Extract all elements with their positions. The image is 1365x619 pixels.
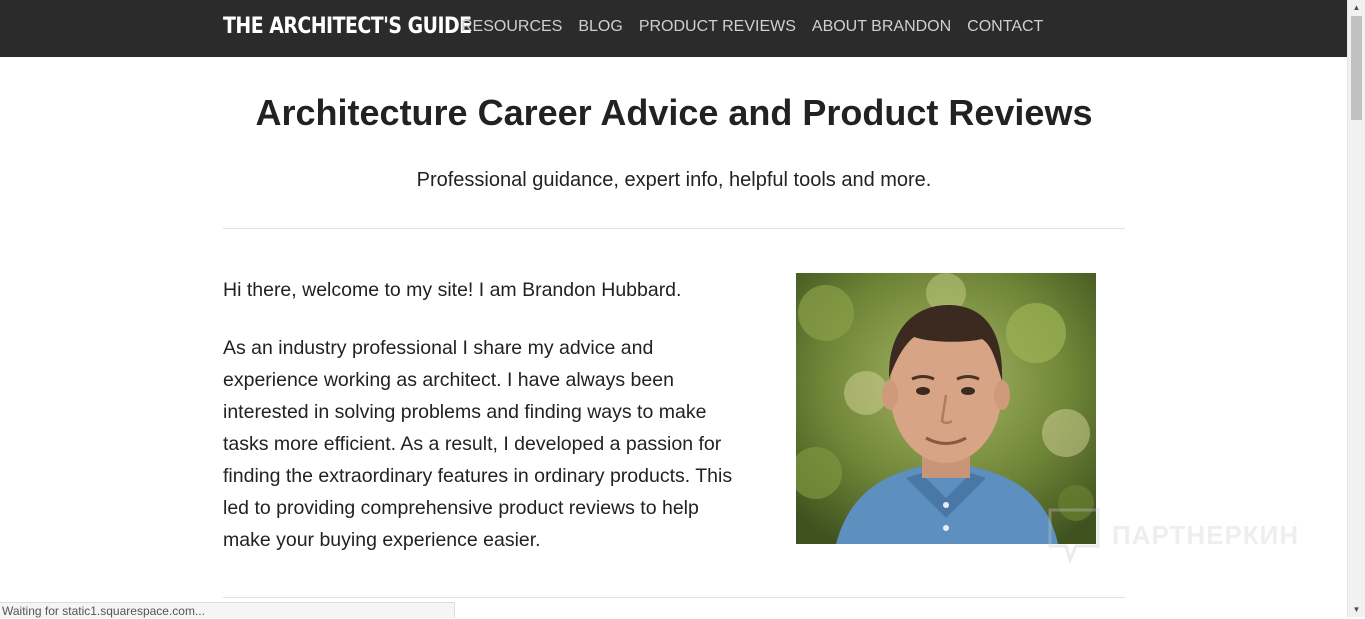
- scroll-up-arrow-icon[interactable]: ▲: [1348, 0, 1365, 15]
- watermark-text: ПАРТНЕРКИН: [1112, 519, 1300, 550]
- divider-bottom: [223, 597, 1125, 598]
- main-nav: RESOURCES BLOG PRODUCT REVIEWS ABOUT BRA…: [461, 18, 1043, 36]
- intro-greeting: Hi there, welcome to my site! I am Brand…: [223, 279, 682, 301]
- nav-contact[interactable]: CONTACT: [967, 18, 1043, 36]
- scrollbar-thumb[interactable]: [1351, 16, 1362, 120]
- page-title: Architecture Career Advice and Product R…: [255, 92, 1093, 133]
- author-portrait-image: [796, 273, 1096, 544]
- scroll-down-arrow-icon[interactable]: ▼: [1348, 602, 1365, 617]
- nav-resources[interactable]: RESOURCES: [461, 18, 562, 36]
- site-logo[interactable]: THE ARCHITECT'S GUIDE: [223, 14, 472, 39]
- speech-bubble-icon: [1048, 508, 1100, 564]
- nav-blog[interactable]: BLOG: [578, 18, 622, 36]
- divider-top: [223, 228, 1125, 229]
- intro-paragraph: As an industry professional I share my a…: [223, 337, 733, 551]
- portrait-illustration: [796, 273, 1096, 544]
- vertical-scrollbar[interactable]: ▲ ▼: [1347, 0, 1365, 617]
- browser-status-bar: Waiting for static1.squarespace.com...: [0, 602, 455, 618]
- watermark: ПАРТНЕРКИН: [1046, 506, 1299, 564]
- top-navigation-bar: THE ARCHITECT'S GUIDE RESOURCES BLOG PRO…: [0, 0, 1348, 57]
- page-subtitle: Professional guidance, expert info, help…: [416, 169, 932, 191]
- nav-product-reviews[interactable]: PRODUCT REVIEWS: [639, 18, 796, 36]
- nav-about-brandon[interactable]: ABOUT BRANDON: [812, 18, 951, 36]
- intro-section: Hi there, welcome to my site! I am Brand…: [223, 276, 733, 556]
